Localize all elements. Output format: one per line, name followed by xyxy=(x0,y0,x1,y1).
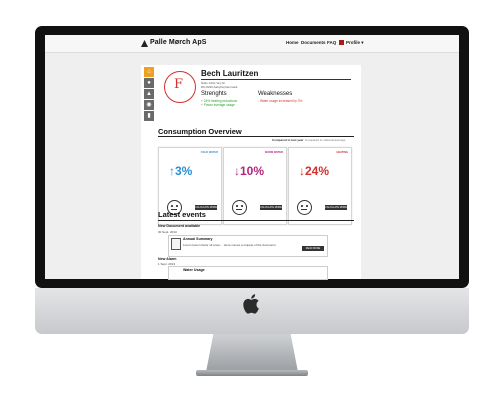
name-divider xyxy=(201,79,351,80)
strengths-title: Strenghts xyxy=(201,91,227,97)
nav-home[interactable]: Home xyxy=(286,40,299,45)
heating-card: HEATING ↓24% CALCULATE MORE xyxy=(288,147,352,225)
card-caption: WARM WATER xyxy=(264,151,283,154)
event-snippet: Lorem Ipsum Dolor sit amet.... Here come… xyxy=(183,243,276,247)
bulb-icon[interactable]: ◉ xyxy=(144,100,154,110)
monitor-stand-base xyxy=(196,370,308,376)
event-date: 30 Sept. 2013 xyxy=(158,230,177,234)
customer-name: Bech Lauritzen xyxy=(201,69,259,78)
compare-national-toggle[interactable]: Compared to national average xyxy=(305,138,345,142)
events-divider xyxy=(158,220,354,221)
doc-icon[interactable]: ▮ xyxy=(144,111,154,121)
sidebar: ⌂ ● ▲ ◉ ▮ xyxy=(143,67,155,127)
flame-icon[interactable]: ▲ xyxy=(144,89,154,99)
card-value: ↓10% xyxy=(234,164,265,178)
nav-documents[interactable]: Documents xyxy=(301,40,326,45)
brand-name[interactable]: Palle Mørch ApS xyxy=(150,39,206,46)
happy-face-icon xyxy=(297,200,312,215)
event-type: New Document available xyxy=(158,224,201,228)
home-icon[interactable]: ⌂ xyxy=(144,67,154,77)
strength-item: + Power average usage xyxy=(201,103,235,107)
event-title[interactable]: Annual Summary xyxy=(183,237,213,241)
weaknesses-title: Weaknesses xyxy=(258,91,293,97)
address-line-2: DK-8230 Aabyhøj Denmark xyxy=(201,85,238,89)
card-caption: COLD WATER xyxy=(200,151,218,154)
consumption-title: Consumption Overview xyxy=(158,127,242,136)
grade-letter: F xyxy=(174,77,184,92)
nav-faq[interactable]: FAQ xyxy=(327,40,336,45)
neutral-face-icon xyxy=(232,200,247,215)
compare-last-year-toggle[interactable]: Compared to last year xyxy=(272,138,304,142)
monitor-stand xyxy=(206,334,298,372)
calculate-more-button[interactable]: CALCULATE MORE xyxy=(260,205,282,210)
event-title[interactable]: Water Usage xyxy=(183,268,205,272)
document-icon xyxy=(171,238,181,250)
events-title: Latest events xyxy=(158,210,206,219)
card-caption: HEATING xyxy=(336,151,348,154)
consumption-divider xyxy=(158,136,354,137)
nav-profile[interactable]: Profile ▾ xyxy=(346,40,364,46)
event-type: New Alarm xyxy=(158,257,177,261)
card-value: ↑3% xyxy=(169,164,193,178)
profile-flag-icon xyxy=(339,40,344,45)
top-nav-bar xyxy=(45,35,459,53)
card-value: ↓24% xyxy=(299,164,330,178)
drop-icon[interactable]: ● xyxy=(144,78,154,88)
read-more-button[interactable]: READ MORE xyxy=(302,246,324,251)
calculate-more-button[interactable]: CALCULATE MORE xyxy=(325,205,347,210)
weakness-item: - Water usage increased by 3% xyxy=(258,99,303,103)
warm-water-card: WARM WATER ↓10% CALCULATE MORE xyxy=(223,147,287,225)
apple-logo-icon xyxy=(243,294,259,314)
